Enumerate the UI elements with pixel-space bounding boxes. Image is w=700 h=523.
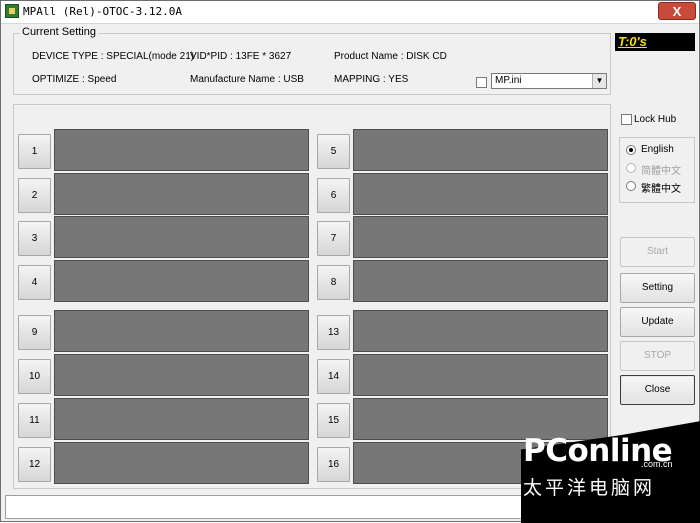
port-status-panel-11 [54, 398, 309, 440]
port-button-3[interactable]: 3 [18, 221, 51, 256]
timer-display: T:0's [615, 33, 695, 51]
stop-button[interactable]: STOP [620, 341, 695, 371]
port-status-panel-10 [54, 354, 309, 396]
main-window: MPAll (Rel)-OTOC-3.12.0A X Current Setti… [0, 0, 700, 523]
manufacture-name-text: Manufacture Name : USB [190, 74, 304, 85]
close-button[interactable]: Close [620, 375, 695, 405]
language-radio-english[interactable] [626, 145, 636, 155]
current-setting-title: Current Setting [20, 26, 98, 38]
lock-hub-checkbox[interactable] [621, 114, 632, 125]
ini-file-value: MP.ini [495, 75, 522, 86]
port-button-8[interactable]: 8 [317, 265, 350, 300]
update-button[interactable]: Update [620, 307, 695, 337]
port-button-14[interactable]: 14 [317, 359, 350, 394]
port-button-10[interactable]: 10 [18, 359, 51, 394]
ini-file-select[interactable]: MP.ini ▼ [491, 73, 607, 89]
setting-button[interactable]: Setting [620, 273, 695, 303]
port-button-11[interactable]: 11 [18, 403, 51, 438]
chevron-down-icon[interactable]: ▼ [592, 74, 606, 88]
port-button-13[interactable]: 13 [317, 315, 350, 350]
port-button-6[interactable]: 6 [317, 178, 350, 213]
port-button-7[interactable]: 7 [317, 221, 350, 256]
port-button-4[interactable]: 4 [18, 265, 51, 300]
port-status-panel-2 [54, 173, 309, 215]
port-button-15[interactable]: 15 [317, 403, 350, 438]
port-status-panel-5 [353, 129, 608, 171]
device-type-text: DEVICE TYPE : SPECIAL(mode 21) [32, 51, 195, 62]
language-label-simplified: 简體中文 [641, 166, 681, 177]
mapping-text: MAPPING : YES [334, 74, 409, 85]
port-status-panel-1 [54, 129, 309, 171]
port-status-panel-8 [353, 260, 608, 302]
port-status-panel-14 [353, 354, 608, 396]
watermark-cn: 太平洋电脑网 [523, 477, 656, 499]
port-status-panel-9 [54, 310, 309, 352]
language-label-traditional: 繁體中文 [641, 184, 681, 195]
window-title: MPAll (Rel)-OTOC-3.12.0A [23, 5, 182, 18]
start-button[interactable]: Start [620, 237, 695, 267]
window-close-button[interactable]: X [658, 2, 696, 20]
port-status-panel-3 [54, 216, 309, 258]
port-status-panel-13 [353, 310, 608, 352]
product-name-text: Product Name : DISK CD [334, 51, 447, 62]
port-button-1[interactable]: 1 [18, 134, 51, 169]
vid-pid-text: VID*PID : 13FE * 3627 [190, 51, 292, 62]
port-button-5[interactable]: 5 [317, 134, 350, 169]
port-status-panel-6 [353, 173, 608, 215]
port-status-panel-7 [353, 216, 608, 258]
port-status-panel-4 [54, 260, 309, 302]
language-radio-simplified[interactable] [626, 163, 636, 173]
port-button-12[interactable]: 12 [18, 447, 51, 482]
app-icon [5, 4, 19, 18]
port-status-panel-12 [54, 442, 309, 484]
language-radio-traditional[interactable] [626, 181, 636, 191]
port-button-16[interactable]: 16 [317, 447, 350, 482]
title-bar: MPAll (Rel)-OTOC-3.12.0A X [1, 1, 699, 24]
port-button-9[interactable]: 9 [18, 315, 51, 350]
language-label-english: English [641, 144, 674, 155]
lock-hub-label: Lock Hub [634, 114, 677, 125]
optimize-text: OPTIMIZE : Speed [32, 74, 117, 85]
ini-checkbox[interactable] [476, 77, 487, 88]
port-button-2[interactable]: 2 [18, 178, 51, 213]
watermark-domain: .com.cn [641, 459, 673, 469]
